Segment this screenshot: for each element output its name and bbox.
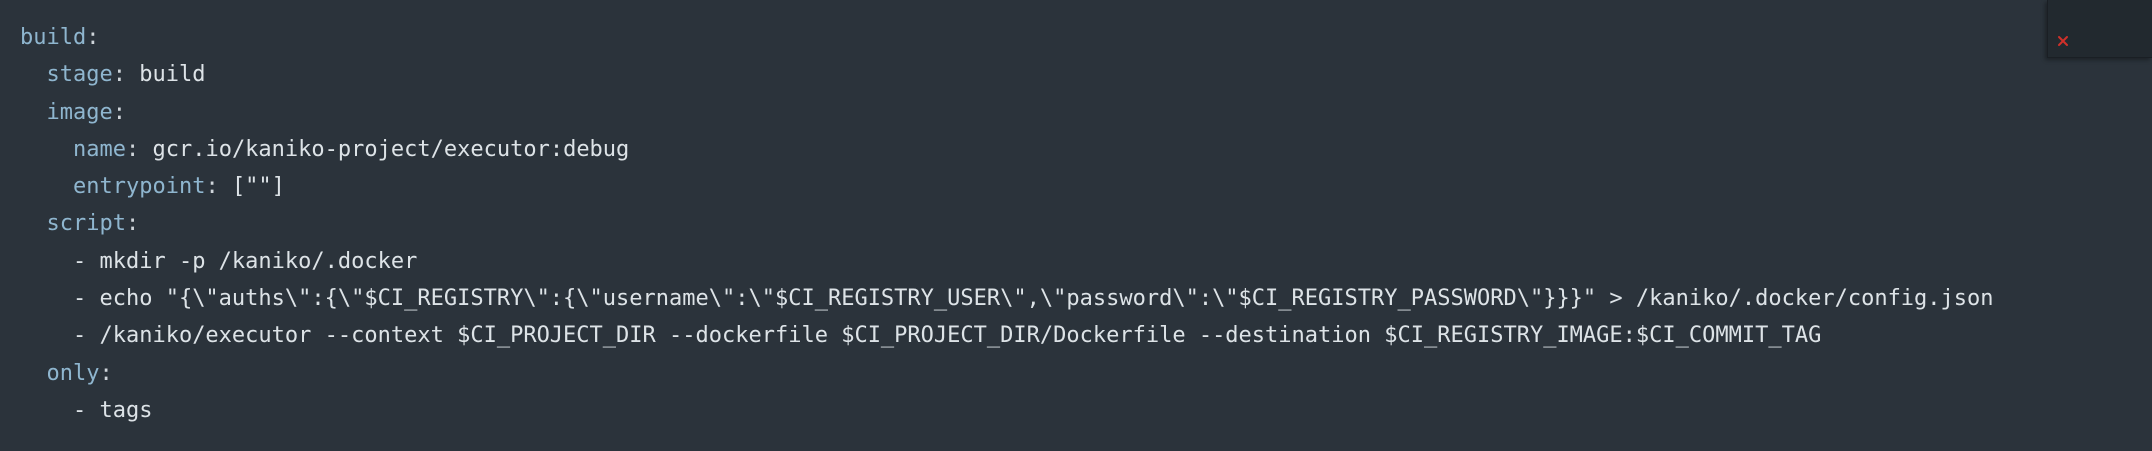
yaml-list-item: - /kaniko/executor --context $CI_PROJECT… bbox=[72, 323, 1822, 349]
yaml-separator: : bbox=[112, 62, 140, 88]
code-line: - mkdir -p /kaniko/.docker bbox=[20, 243, 1994, 280]
code-line: only: bbox=[20, 355, 1994, 392]
code-line: script: bbox=[20, 205, 1994, 242]
yaml-list-item: - tags bbox=[72, 397, 153, 423]
yaml-value: gcr.io/kaniko-project/executor:debug bbox=[152, 136, 630, 162]
yaml-code-block: build: stage: build image: name: gcr.io/… bbox=[20, 19, 1994, 429]
yaml-value: build bbox=[139, 62, 206, 88]
code-line: - tags bbox=[20, 392, 1994, 429]
code-line: entrypoint: [""] bbox=[20, 168, 1994, 205]
code-line: build: bbox=[20, 19, 1994, 56]
yaml-separator: : bbox=[125, 136, 153, 162]
code-line: stage: build bbox=[20, 56, 1994, 93]
floating-toolbar bbox=[2047, 0, 2152, 58]
yaml-key: stage bbox=[46, 62, 113, 88]
yaml-key: name bbox=[72, 136, 126, 162]
yaml-separator: : bbox=[205, 174, 232, 200]
close-icon[interactable] bbox=[2056, 34, 2070, 48]
code-line: - echo "{\"auths\":{\"$CI_REGISTRY\":{\"… bbox=[20, 280, 1994, 317]
yaml-separator: : bbox=[86, 25, 100, 50]
code-editor: build: stage: build image: name: gcr.io/… bbox=[0, 0, 2152, 451]
yaml-key: entrypoint bbox=[72, 174, 206, 200]
code-line: - /kaniko/executor --context $CI_PROJECT… bbox=[20, 317, 1994, 354]
yaml-key: build bbox=[20, 25, 87, 50]
yaml-separator: : bbox=[125, 211, 140, 237]
code-line: name: gcr.io/kaniko-project/executor:deb… bbox=[20, 131, 1994, 168]
yaml-value: [""] bbox=[231, 174, 285, 200]
yaml-key: only bbox=[46, 360, 100, 386]
yaml-separator: : bbox=[112, 99, 126, 125]
code-line: image: bbox=[20, 94, 1994, 131]
yaml-separator: : bbox=[99, 360, 113, 386]
yaml-key: image bbox=[46, 99, 113, 125]
yaml-key: script bbox=[46, 211, 126, 237]
yaml-list-item: - echo "{\"auths\":{\"$CI_REGISTRY\":{\"… bbox=[72, 286, 1994, 312]
yaml-list-item: - mkdir -p /kaniko/.docker bbox=[72, 248, 418, 274]
